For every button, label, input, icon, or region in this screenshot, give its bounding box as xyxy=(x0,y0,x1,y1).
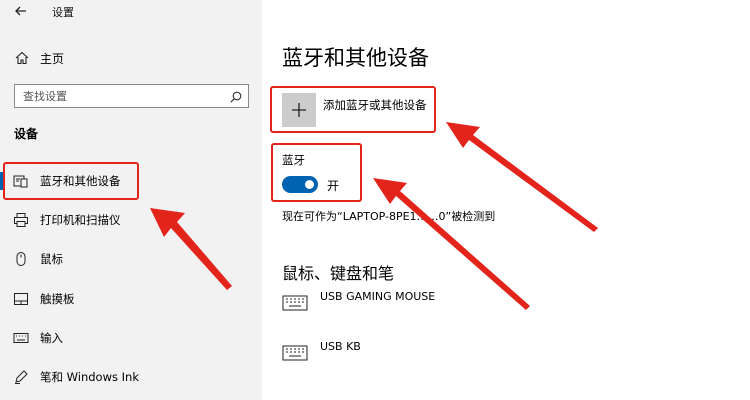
sidebar-item-bluetooth[interactable]: 蓝牙和其他设备 xyxy=(0,168,262,194)
sidebar-item-label: 打印机和扫描仪 xyxy=(40,213,121,227)
sidebar-item-label: 触摸板 xyxy=(40,292,75,306)
search-icon[interactable] xyxy=(229,89,243,108)
sidebar-item-printers[interactable]: 打印机和扫描仪 xyxy=(0,207,262,233)
sidebar-section-heading: 设备 xyxy=(14,127,39,141)
sidebar-item-label: 输入 xyxy=(40,331,63,345)
sidebar-item-pen[interactable]: 笔和 Windows Ink xyxy=(0,364,262,390)
discoverable-text: 现在可作为“LAPTOP-8PE1……0”被检测到 xyxy=(282,210,496,223)
bluetooth-toggle[interactable] xyxy=(282,176,318,193)
sidebar-item-label: 蓝牙和其他设备 xyxy=(40,174,121,188)
search-box[interactable] xyxy=(14,84,249,108)
bluetooth-label: 蓝牙 xyxy=(282,153,305,167)
bluetooth-devices-icon xyxy=(13,173,29,193)
keyboard-icon xyxy=(282,344,308,366)
device-name: USB KB xyxy=(320,340,361,353)
search-input[interactable] xyxy=(23,85,223,108)
toggle-knob xyxy=(305,180,314,189)
sidebar: 设置 主页 设备 蓝牙和其他设备 打印机和扫描仪 鼠标 xyxy=(0,0,262,400)
home-nav-item[interactable]: 主页 xyxy=(0,46,262,70)
device-name: USB GAMING MOUSE xyxy=(320,290,436,303)
page-title: 蓝牙和其他设备 xyxy=(282,46,429,70)
touchpad-icon xyxy=(13,291,29,311)
title-bar: 设置 xyxy=(0,0,262,24)
sidebar-item-touchpad[interactable]: 触摸板 xyxy=(0,286,262,312)
keyboard-icon xyxy=(282,294,308,316)
device-item[interactable]: USB GAMING MOUSE xyxy=(282,290,582,318)
back-arrow-icon[interactable] xyxy=(12,2,30,20)
home-label: 主页 xyxy=(40,52,65,66)
add-device-button[interactable] xyxy=(282,93,316,127)
device-item[interactable]: USB KB xyxy=(282,340,582,368)
section-heading-mouse-keyboard: 鼠标、键盘和笔 xyxy=(282,264,395,283)
home-icon xyxy=(14,50,30,70)
sidebar-item-input[interactable]: 输入 xyxy=(0,325,262,351)
add-device-label[interactable]: 添加蓝牙或其他设备 xyxy=(323,97,427,113)
sidebar-item-mouse[interactable]: 鼠标 xyxy=(0,246,262,272)
printer-icon xyxy=(13,212,29,232)
app-title: 设置 xyxy=(52,6,74,19)
sidebar-item-label: 鼠标 xyxy=(40,252,63,266)
mouse-icon xyxy=(13,251,29,271)
plus-icon xyxy=(291,102,307,122)
bluetooth-state: 开 xyxy=(327,179,340,193)
pen-icon xyxy=(13,369,29,389)
keyboard-icon xyxy=(13,330,29,350)
sidebar-item-label: 笔和 Windows Ink xyxy=(40,370,139,384)
main-content: 蓝牙和其他设备 添加蓝牙或其他设备 蓝牙 开 现在可作为“LAPTOP-8PE1… xyxy=(262,0,750,400)
